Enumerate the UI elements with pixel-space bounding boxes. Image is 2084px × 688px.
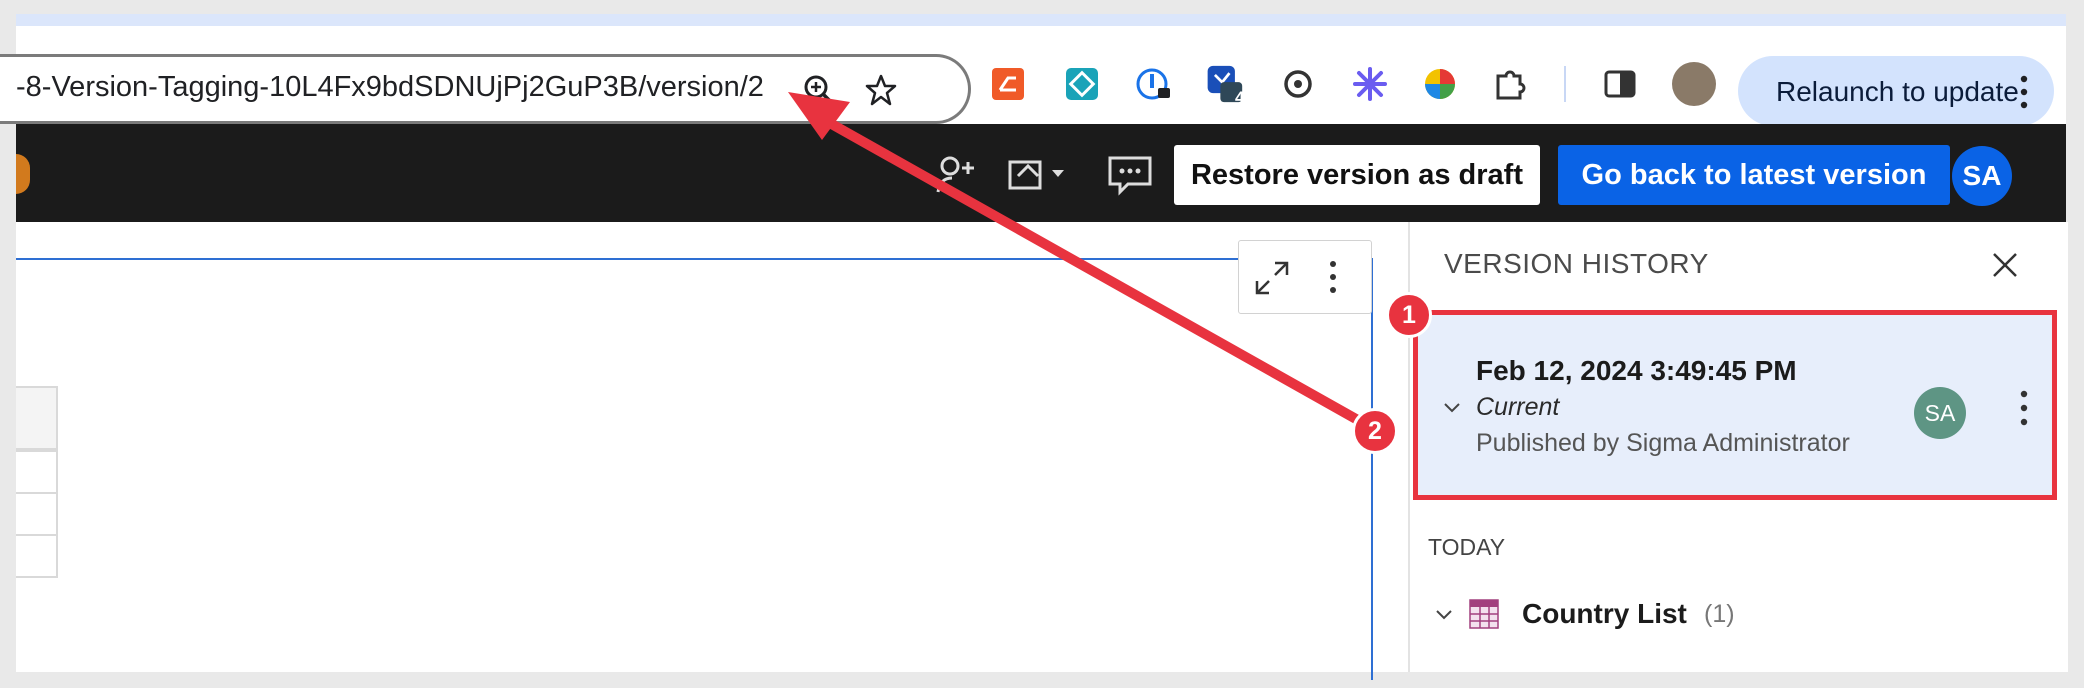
browser-toolbar: -8-Version-Tagging-10L4Fx9bdSDNUjPj2GuP3…	[0, 14, 2066, 126]
url-text[interactable]: -8-Version-Tagging-10L4Fx9bdSDNUjPj2GuP3…	[16, 71, 764, 104]
chevron-down-icon[interactable]	[1434, 608, 1454, 622]
callout-badge-1: 1	[1386, 292, 1432, 338]
comments-icon[interactable]	[1106, 150, 1154, 198]
relaunch-button[interactable]: Relaunch to update	[1738, 56, 2054, 126]
version-avatar: SA	[1914, 387, 1966, 439]
app-logo[interactable]	[16, 154, 30, 194]
item-count: (1)	[1704, 600, 1735, 628]
callout-badge-2: 2	[1352, 408, 1398, 454]
password-manager-icon[interactable]	[1134, 64, 1174, 104]
table-icon	[1469, 599, 1499, 629]
color-picker-icon[interactable]	[1420, 64, 1460, 104]
section-label-today: TODAY	[1428, 534, 1506, 560]
table-cell	[16, 450, 58, 494]
selected-element-frame[interactable]	[16, 258, 1373, 680]
expand-icon[interactable]	[1251, 257, 1293, 299]
element-menu-icon[interactable]	[1329, 259, 1337, 295]
panel-title: VERSION HISTORY	[1444, 248, 1709, 279]
table-cell	[16, 534, 58, 578]
profile-avatar[interactable]	[1672, 62, 1716, 106]
extension-teal-icon[interactable]	[1062, 64, 1102, 104]
zoom-icon[interactable]	[802, 73, 836, 107]
extensions-puzzle-icon[interactable]	[1490, 64, 1530, 104]
version-date: Feb 12, 2024 3:49:45 PM	[1476, 355, 1797, 386]
version-publisher: Published by Sigma Administrator	[1476, 429, 1850, 457]
table-cell	[16, 492, 58, 536]
restore-version-button[interactable]: Restore version as draft	[1174, 145, 1540, 205]
add-user-icon[interactable]	[928, 150, 976, 198]
side-panel-icon[interactable]	[1600, 64, 1640, 104]
workbook-canvas	[16, 222, 1408, 680]
item-name: Country List	[1522, 598, 1687, 629]
chevron-down-icon[interactable]	[1442, 401, 1462, 415]
sync-icon[interactable]	[1278, 64, 1318, 104]
current-version-card[interactable]: Feb 12, 2024 3:49:45 PM Current Publishe…	[1413, 310, 2057, 500]
bookmark-star-icon[interactable]	[864, 73, 898, 107]
extension-asterisk-icon[interactable]	[1350, 64, 1390, 104]
version-status: Current	[1476, 393, 1560, 421]
version-history-panel: VERSION HISTORY Feb 12, 2024 3:49:45 PM …	[1408, 222, 2068, 672]
swap-icon[interactable]	[1004, 150, 1068, 198]
toolbar-divider	[1564, 66, 1566, 102]
address-bar[interactable]: -8-Version-Tagging-10L4Fx9bdSDNUjPj2GuP3…	[0, 54, 971, 124]
user-avatar[interactable]: SA	[1952, 146, 2012, 206]
table-header-cell	[16, 386, 58, 450]
extension-badge-count: 4	[1235, 88, 1245, 107]
extension-orange-icon[interactable]	[988, 64, 1028, 104]
element-toolbar	[1238, 240, 1372, 314]
app-header: Restore version as draft Go back to late…	[16, 124, 2066, 222]
more-vert-icon[interactable]	[2020, 74, 2028, 110]
version-menu-icon[interactable]	[2020, 389, 2028, 427]
go-back-latest-button[interactable]: Go back to latest version	[1558, 145, 1950, 205]
close-icon[interactable]	[1990, 250, 2020, 280]
relaunch-label: Relaunch to update	[1776, 76, 2019, 107]
